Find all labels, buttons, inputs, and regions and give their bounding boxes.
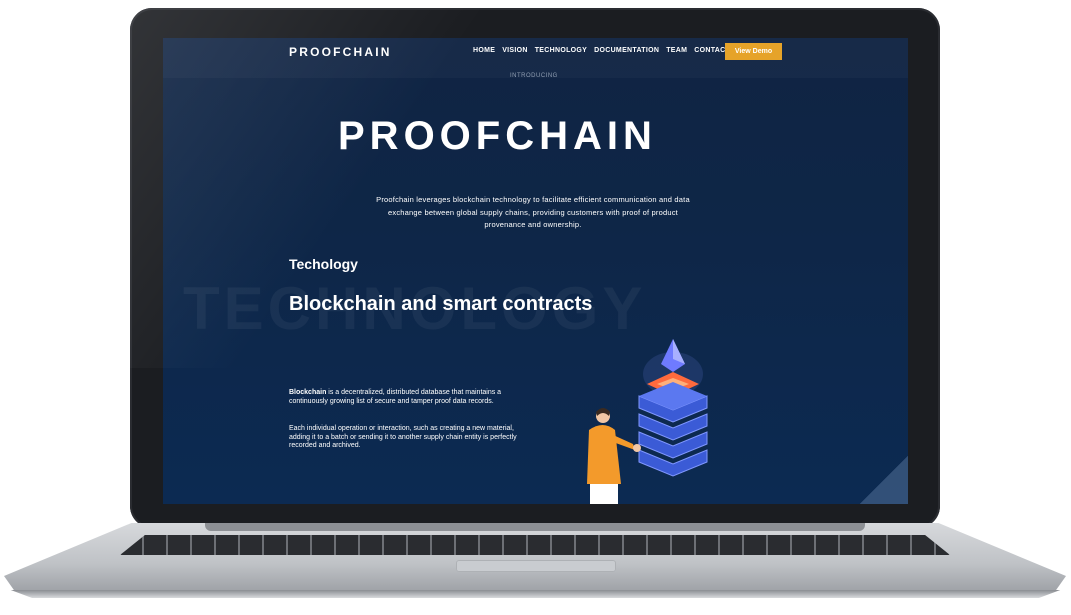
section-label: Techology (289, 256, 358, 272)
nav-documentation[interactable]: DOCUMENTATION (594, 47, 659, 54)
laptop-foot (10, 590, 1061, 598)
hero-logo: PROOFCHAIN (338, 114, 657, 158)
decorative-corner (860, 456, 908, 504)
operations-paragraph: Each individual operation or interaction… (289, 425, 517, 449)
header-logo[interactable]: PROOFCHAIN (289, 45, 392, 59)
laptop-keyboard (120, 535, 950, 555)
section-title: Blockchain and smart contracts (289, 293, 593, 315)
introducing-label: INTRODUCING (510, 73, 558, 79)
main-nav: HOME VISION TECHNOLOGY DOCUMENTATION TEA… (473, 47, 730, 54)
hero-description: Proofchain leverages blockchain technolo… (376, 195, 690, 229)
nav-vision[interactable]: VISION (502, 47, 528, 54)
blockchain-paragraph: Blockchain is a decentralized, distribut… (289, 389, 533, 406)
laptop-trackpad (456, 560, 616, 572)
laptop-base (4, 523, 1066, 591)
laptop-screen: PROOFCHAIN HOME VISION TECHNOLOGY DOCUME… (163, 38, 908, 504)
nav-home[interactable]: HOME (473, 47, 495, 54)
blockchain-illustration (587, 339, 708, 504)
nav-technology[interactable]: TECHNOLOGY (535, 47, 587, 54)
laptop-hinge (205, 523, 865, 531)
blockchain-term: Blockchain (289, 389, 327, 396)
nav-team[interactable]: TEAM (666, 47, 687, 54)
view-demo-button[interactable]: View Demo (725, 43, 782, 60)
